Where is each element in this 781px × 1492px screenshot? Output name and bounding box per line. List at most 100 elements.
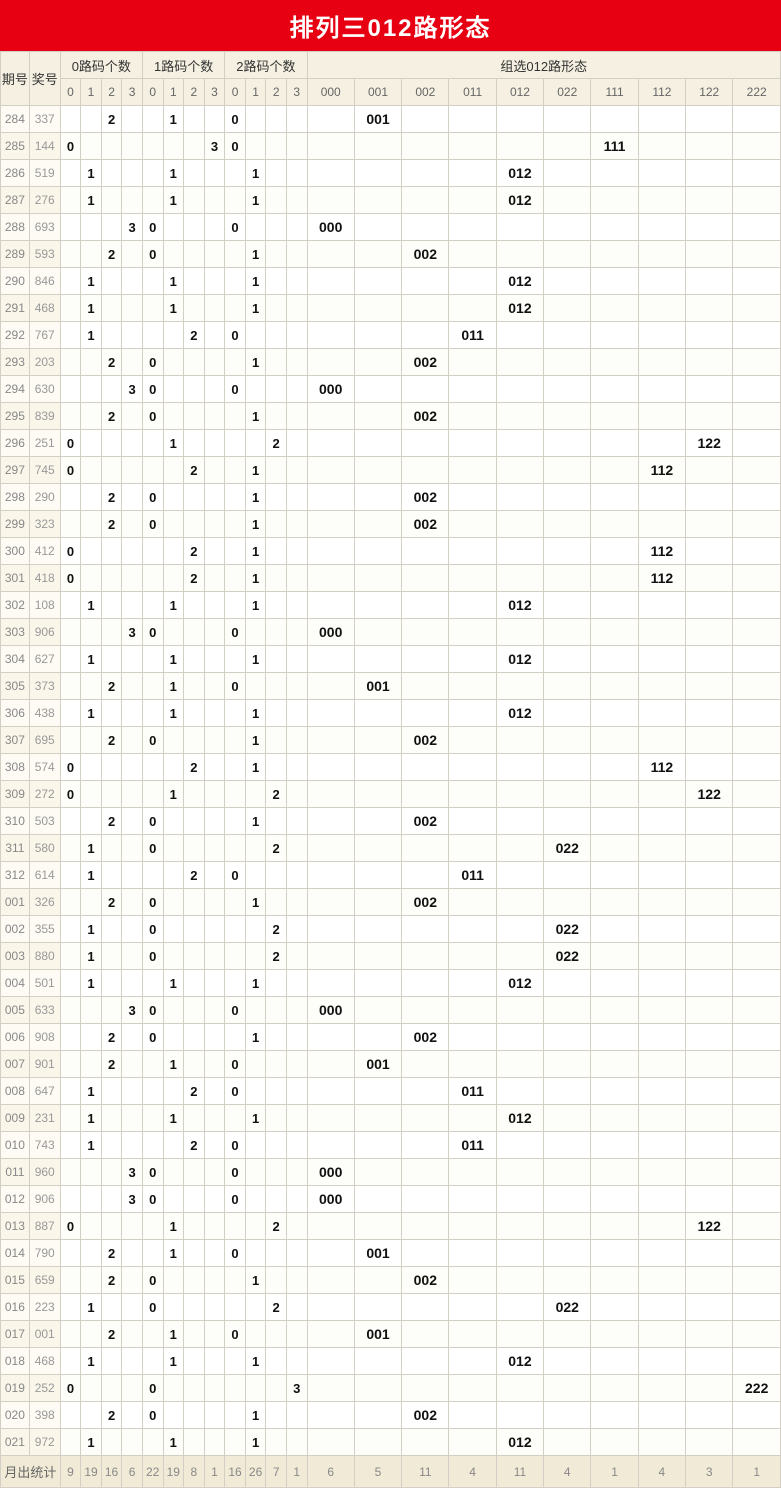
cell-count	[101, 862, 122, 889]
cell-period: 286	[1, 160, 30, 187]
cell-count	[163, 727, 184, 754]
cell-count: 0	[60, 565, 81, 592]
cell-count	[101, 538, 122, 565]
cell-count	[122, 1348, 143, 1375]
sub-col: 0	[142, 79, 163, 106]
cell-count	[142, 133, 163, 160]
cell-count	[286, 1240, 307, 1267]
cell-count: 2	[101, 106, 122, 133]
cell-count	[266, 565, 287, 592]
cell-count	[122, 1429, 143, 1456]
cell-pattern	[638, 214, 685, 241]
summary-cell: 11	[496, 1456, 543, 1488]
cell-num: 906	[29, 1186, 60, 1213]
cell-count	[101, 916, 122, 943]
cell-pattern	[354, 619, 401, 646]
cell-count: 0	[60, 430, 81, 457]
cell-pattern	[544, 1213, 591, 1240]
cell-pattern	[686, 1402, 733, 1429]
cell-count	[60, 1051, 81, 1078]
cell-count: 0	[142, 214, 163, 241]
cell-num: 846	[29, 268, 60, 295]
table-row: 012906300000	[1, 1186, 781, 1213]
table-row: 020398201002	[1, 1402, 781, 1429]
cell-count: 1	[81, 646, 102, 673]
cell-pattern	[307, 1321, 354, 1348]
cell-pattern	[402, 1186, 449, 1213]
cell-count	[142, 754, 163, 781]
cell-count	[204, 160, 225, 187]
cell-pattern	[544, 997, 591, 1024]
cell-pattern	[449, 1024, 496, 1051]
cell-period: 289	[1, 241, 30, 268]
cell-pattern	[354, 1348, 401, 1375]
cell-pattern	[449, 295, 496, 322]
cell-num: 412	[29, 538, 60, 565]
cell-count	[204, 835, 225, 862]
cell-pattern	[354, 646, 401, 673]
cell-count: 1	[245, 1267, 266, 1294]
cell-pattern	[402, 862, 449, 889]
table-row: 300412021112	[1, 538, 781, 565]
cell-pattern	[544, 457, 591, 484]
cell-count: 2	[101, 241, 122, 268]
cell-pattern: 001	[354, 1321, 401, 1348]
cell-count	[266, 214, 287, 241]
cell-count	[122, 322, 143, 349]
cell-pattern	[354, 430, 401, 457]
cell-count	[81, 1375, 102, 1402]
cell-pattern	[591, 673, 638, 700]
cell-count	[204, 187, 225, 214]
sub-col: 2	[101, 79, 122, 106]
cell-count	[81, 511, 102, 538]
table-row: 014790210001	[1, 1240, 781, 1267]
table-row: 017001210001	[1, 1321, 781, 1348]
cell-pattern	[307, 268, 354, 295]
cell-count	[184, 430, 205, 457]
cell-count	[225, 403, 246, 430]
cell-pattern	[354, 1159, 401, 1186]
cell-num: 839	[29, 403, 60, 430]
cell-count: 1	[81, 835, 102, 862]
cell-count	[60, 1348, 81, 1375]
cell-pattern	[591, 862, 638, 889]
cell-count	[245, 1078, 266, 1105]
cell-pattern	[307, 673, 354, 700]
pat-col: 000	[307, 79, 354, 106]
cell-count	[204, 997, 225, 1024]
cell-pattern	[307, 808, 354, 835]
cell-count	[163, 133, 184, 160]
cell-count	[142, 1321, 163, 1348]
cell-count	[286, 1132, 307, 1159]
cell-count	[184, 295, 205, 322]
cell-count	[286, 754, 307, 781]
cell-count	[60, 808, 81, 835]
cell-pattern	[402, 295, 449, 322]
cell-period: 310	[1, 808, 30, 835]
cell-count	[81, 106, 102, 133]
cell-period: 008	[1, 1078, 30, 1105]
cell-count	[204, 862, 225, 889]
cell-pattern	[354, 835, 401, 862]
cell-pattern	[544, 1186, 591, 1213]
cell-count: 0	[225, 1078, 246, 1105]
cell-pattern	[307, 1267, 354, 1294]
cell-count: 0	[225, 673, 246, 700]
cell-count	[245, 1051, 266, 1078]
cell-pattern	[307, 1078, 354, 1105]
cell-count	[245, 1213, 266, 1240]
cell-count	[266, 808, 287, 835]
cell-count	[286, 916, 307, 943]
cell-count	[142, 1429, 163, 1456]
cell-pattern	[354, 1402, 401, 1429]
cell-pattern	[354, 133, 401, 160]
cell-count	[266, 646, 287, 673]
cell-count	[204, 1132, 225, 1159]
pat-col: 112	[638, 79, 685, 106]
cell-pattern	[733, 1105, 781, 1132]
cell-count: 2	[101, 1267, 122, 1294]
cell-pattern	[402, 1132, 449, 1159]
cell-count: 0	[142, 916, 163, 943]
cell-pattern	[354, 457, 401, 484]
cell-pattern	[544, 295, 591, 322]
